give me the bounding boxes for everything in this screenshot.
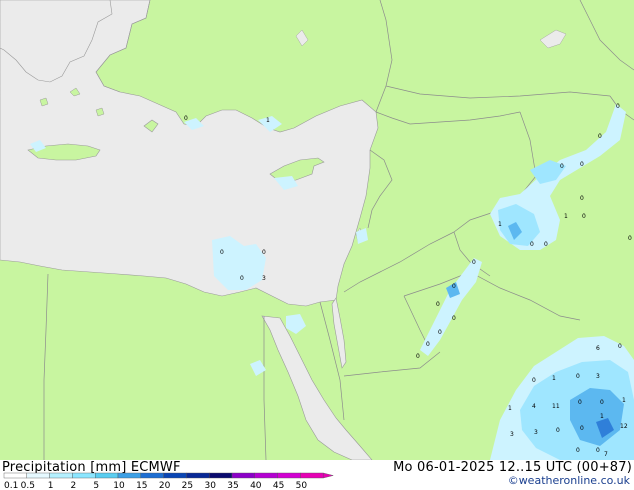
scale-swatch — [3, 472, 27, 479]
scale-swatch — [94, 472, 119, 479]
precip-value: 1 — [622, 397, 626, 404]
scale-label: 20 — [159, 481, 171, 490]
precip-value: 0 — [578, 399, 582, 406]
scale-swatch — [254, 472, 278, 479]
scale-label: 2 — [71, 481, 77, 490]
precip-value: 0 — [560, 163, 564, 170]
precip-value: 0 — [582, 213, 586, 220]
precip-value: 0 — [600, 399, 604, 406]
precip-value: 0 — [576, 447, 580, 454]
precip-value: 0 — [616, 103, 620, 110]
credit-link[interactable]: ©weatheronline.co.uk — [508, 474, 630, 487]
precip-value: 0 — [580, 195, 584, 202]
precip-value: 0 — [556, 427, 560, 434]
precip-value: 12 — [620, 423, 628, 430]
precip-value: 0 — [438, 329, 442, 336]
precip-value: 1 — [552, 375, 556, 382]
scale-swatch — [26, 472, 50, 479]
precip-value: 4 — [532, 403, 536, 410]
precip-value: 0 — [580, 161, 584, 168]
precip-value: 0 — [598, 133, 602, 140]
precip-value: 3 — [510, 431, 514, 438]
precip-value: 1 — [266, 117, 270, 124]
precip-value: 6 — [596, 345, 600, 352]
scale-swatch — [186, 472, 210, 479]
forecast-datetime: Mo 06-01-2025 12..15 UTC (00+87) — [393, 460, 632, 475]
precip-value: 0 — [580, 425, 584, 432]
precip-value: 0 — [452, 315, 456, 322]
scale-label: 40 — [250, 481, 262, 490]
precip-value: 0 — [472, 259, 476, 266]
map-legend: Precipitation [mm] ECMWF Mo 06-01-2025 1… — [0, 460, 634, 490]
scale-label: 45 — [273, 481, 284, 490]
precip-value: 0 — [240, 275, 244, 282]
scale-label: 0.5 — [21, 481, 35, 490]
precip-value: 0 — [436, 301, 440, 308]
scale-swatch — [300, 472, 324, 479]
precip-value: 0 — [530, 241, 534, 248]
precip-value: 0 — [576, 373, 580, 380]
precip-value: 3 — [534, 429, 538, 436]
scale-label: 15 — [136, 481, 147, 490]
scale-swatch — [277, 472, 301, 479]
scale-swatch — [117, 472, 141, 479]
scale-swatch — [163, 472, 187, 479]
scale-label: 30 — [204, 481, 216, 490]
scale-label: 50 — [296, 481, 308, 490]
precip-value: 7 — [604, 451, 608, 458]
scale-swatch — [208, 472, 233, 479]
scale-arrow — [323, 472, 334, 479]
precip-value: 0 — [262, 249, 266, 256]
precip-value: 1 — [564, 213, 568, 220]
precip-value: 1 — [508, 405, 512, 412]
scale-swatch — [140, 472, 164, 479]
precip-value: 0 — [220, 249, 224, 256]
precip-value: 3 — [262, 275, 266, 282]
precip-value: 1 — [600, 413, 604, 420]
scale-swatch — [231, 472, 255, 479]
precip-value: 0 — [596, 447, 600, 454]
precip-value: 0 — [452, 283, 456, 290]
scale-label: 1 — [48, 481, 54, 490]
scale-label: 25 — [182, 481, 193, 490]
color-scale: 0.1 0.5 1 2 5 10 15 20 25 30 35 40 45 50 — [3, 472, 334, 490]
precip-value: 0 — [416, 353, 420, 360]
precipitation-map: 0 1 0 0 0 3 0 0 0 0 0 1 0 1 0 0 0 0 0 0 … — [0, 0, 634, 460]
precipitation-map-page: 0 1 0 0 0 3 0 0 0 0 0 1 0 1 0 0 0 0 0 0 … — [0, 0, 634, 490]
precip-value: 0 — [532, 377, 536, 384]
precip-value: 3 — [596, 373, 600, 380]
precip-value: 0 — [184, 115, 188, 122]
scale-swatch — [72, 472, 96, 479]
precip-value: 0 — [426, 341, 430, 348]
precip-value: 0 — [618, 343, 622, 350]
scale-label: 0.1 — [4, 481, 18, 490]
precip-value: 11 — [552, 403, 560, 410]
precip-value: 0 — [544, 241, 548, 248]
scale-swatch — [49, 472, 73, 479]
precip-value: 0 — [628, 235, 632, 242]
precip-value: 1 — [498, 221, 502, 228]
scale-label: 35 — [227, 481, 238, 490]
scale-label: 5 — [93, 481, 99, 490]
scale-label: 10 — [113, 481, 125, 490]
